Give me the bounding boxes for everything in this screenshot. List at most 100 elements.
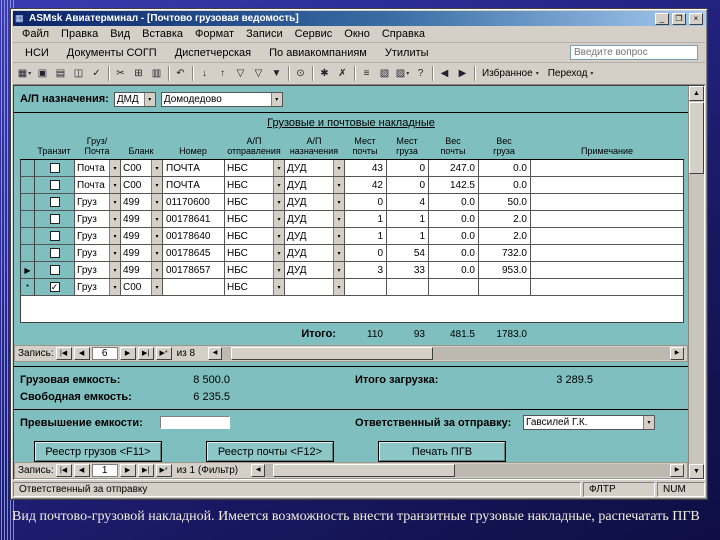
paste-icon[interactable]: ▥	[148, 65, 165, 82]
previous-record-button[interactable]: ◀	[73, 347, 90, 360]
ves-pochty-cell[interactable]: 142.5	[429, 177, 479, 194]
menu-item-documents-sogp[interactable]: Документы СОГП	[58, 46, 166, 60]
combo-arrow-icon[interactable]: ▾	[109, 177, 120, 193]
mest-gruza-cell[interactable]: 0	[387, 177, 429, 194]
menu-item-help[interactable]: Справка	[376, 27, 431, 41]
combo-arrow-icon[interactable]: ▾	[109, 160, 120, 176]
menu-item-edit[interactable]: Правка	[55, 27, 104, 41]
from-airport-combo[interactable]: НБС ▾	[225, 177, 285, 194]
first-record-button[interactable]: |◀	[55, 464, 72, 477]
number-cell[interactable]: 00178640	[163, 228, 225, 245]
restore-button[interactable]: ❐	[672, 12, 686, 25]
note-cell[interactable]	[531, 177, 683, 194]
mest-gruza-cell[interactable]: 1	[387, 211, 429, 228]
mest-gruza-cell[interactable]: 33	[387, 262, 429, 279]
ves-gruza-cell[interactable]: 50.0	[479, 194, 531, 211]
ves-pochty-cell[interactable]: 247.0	[429, 160, 479, 177]
ves-gruza-cell[interactable]: 2.0	[479, 211, 531, 228]
scrollbar-thumb[interactable]	[689, 102, 704, 174]
scroll-up-icon[interactable]: ▲	[689, 86, 704, 101]
type-combo[interactable]: Груз ▾	[75, 194, 121, 211]
row-selector[interactable]: *	[21, 279, 35, 296]
combo-arrow-icon[interactable]: ▾	[333, 262, 344, 278]
new-object-icon[interactable]: ▨ ▾	[394, 65, 411, 82]
combo-arrow-icon[interactable]: ▾	[151, 279, 162, 295]
print-icon[interactable]: ▤	[52, 65, 69, 82]
note-cell[interactable]	[531, 279, 683, 296]
to-airport-combo[interactable]: ДУД ▾	[285, 211, 345, 228]
mest-pochty-cell[interactable]: 43	[345, 160, 387, 177]
spelling-icon[interactable]: ✓	[88, 65, 105, 82]
combo-arrow-icon[interactable]: ▾	[151, 177, 162, 193]
note-cell[interactable]	[531, 262, 683, 279]
note-cell[interactable]	[531, 211, 683, 228]
responsible-combo[interactable]: Гавсилей Г.К. ▾	[523, 415, 655, 430]
combo-arrow-icon[interactable]: ▾	[333, 228, 344, 244]
ves-gruza-cell[interactable]: 0.0	[479, 177, 531, 194]
transit-checkbox[interactable]	[49, 197, 60, 207]
from-airport-combo[interactable]: НБС ▾	[225, 211, 285, 228]
delete-record-icon[interactable]: ✗	[334, 65, 351, 82]
transit-checkbox[interactable]	[49, 248, 60, 258]
scrollbar-thumb[interactable]	[273, 464, 456, 477]
combo-arrow-icon[interactable]: ▾	[143, 92, 155, 106]
save-icon[interactable]: ▣	[34, 65, 51, 82]
close-button[interactable]: ×	[689, 12, 703, 25]
combo-arrow-icon[interactable]: ▾	[109, 194, 120, 210]
current-record-field[interactable]: 6	[91, 347, 118, 360]
go-dropdown[interactable]: Переход ▾	[544, 68, 598, 79]
to-airport-combo[interactable]: ▾	[285, 279, 345, 296]
mest-pochty-cell[interactable]	[345, 279, 387, 296]
ves-gruza-cell[interactable]: 0.0	[479, 160, 531, 177]
menu-item-dispatch[interactable]: Диспетчерская	[166, 46, 260, 60]
combo-arrow-icon[interactable]: ▾	[333, 279, 344, 295]
blank-combo[interactable]: 499 ▾	[121, 228, 163, 245]
ves-pochty-cell[interactable]: 0.0	[429, 262, 479, 279]
from-airport-combo[interactable]: НБС ▾	[225, 194, 285, 211]
new-record-icon[interactable]: ✱	[316, 65, 333, 82]
scroll-down-icon[interactable]: ▼	[689, 464, 704, 479]
menu-item-utilities[interactable]: Утилиты	[376, 46, 438, 60]
from-airport-combo[interactable]: НБС ▾	[225, 228, 285, 245]
current-record-field[interactable]: 1	[91, 464, 118, 477]
ves-gruza-cell[interactable]: 2.0	[479, 228, 531, 245]
mest-pochty-cell[interactable]: 42	[345, 177, 387, 194]
combo-arrow-icon[interactable]: ▾	[151, 211, 162, 227]
row-selector[interactable]	[21, 194, 35, 211]
transit-checkbox[interactable]	[49, 231, 60, 241]
ves-gruza-cell[interactable]: 732.0	[479, 245, 531, 262]
combo-arrow-icon[interactable]: ▾	[151, 262, 162, 278]
note-cell[interactable]	[531, 228, 683, 245]
combo-arrow-icon[interactable]: ▾	[270, 92, 282, 106]
favorites-dropdown[interactable]: Избранное ▾	[478, 68, 543, 79]
mest-gruza-cell[interactable]: 4	[387, 194, 429, 211]
number-cell[interactable]: ПОЧТА	[163, 177, 225, 194]
type-combo[interactable]: Груз ▾	[75, 211, 121, 228]
vertical-scrollbar[interactable]: ▲ ▼	[688, 86, 704, 479]
combo-arrow-icon[interactable]: ▾	[273, 228, 284, 244]
transit-checkbox[interactable]	[49, 214, 60, 224]
mest-pochty-cell[interactable]: 1	[345, 211, 387, 228]
menu-item-records[interactable]: Записи	[240, 27, 289, 41]
combo-arrow-icon[interactable]: ▾	[333, 177, 344, 193]
mail-register-button[interactable]: Реестр почты <F12>	[206, 441, 334, 462]
combo-arrow-icon[interactable]: ▾	[273, 279, 284, 295]
transit-checkbox[interactable]	[49, 180, 60, 190]
to-airport-combo[interactable]: ДУД ▾	[285, 177, 345, 194]
blank-combo[interactable]: 499 ▾	[121, 211, 163, 228]
ves-pochty-cell[interactable]: 0.0	[429, 245, 479, 262]
find-icon[interactable]: ⊙	[292, 65, 309, 82]
combo-arrow-icon[interactable]: ▾	[109, 211, 120, 227]
undo-icon[interactable]: ↶	[172, 65, 189, 82]
from-airport-combo[interactable]: НБС ▾	[225, 262, 285, 279]
new-record-button[interactable]: ▶*	[155, 347, 172, 360]
blank-combo[interactable]: C00 ▾	[121, 160, 163, 177]
mest-pochty-cell[interactable]: 0	[345, 194, 387, 211]
mest-pochty-cell[interactable]: 1	[345, 228, 387, 245]
type-combo[interactable]: Почта ▾	[75, 177, 121, 194]
combo-arrow-icon[interactable]: ▾	[333, 211, 344, 227]
blank-combo[interactable]: C00 ▾	[121, 177, 163, 194]
type-combo[interactable]: Груз ▾	[75, 279, 121, 296]
database-window-icon[interactable]: ▧	[376, 65, 393, 82]
combo-arrow-icon[interactable]: ▾	[151, 228, 162, 244]
